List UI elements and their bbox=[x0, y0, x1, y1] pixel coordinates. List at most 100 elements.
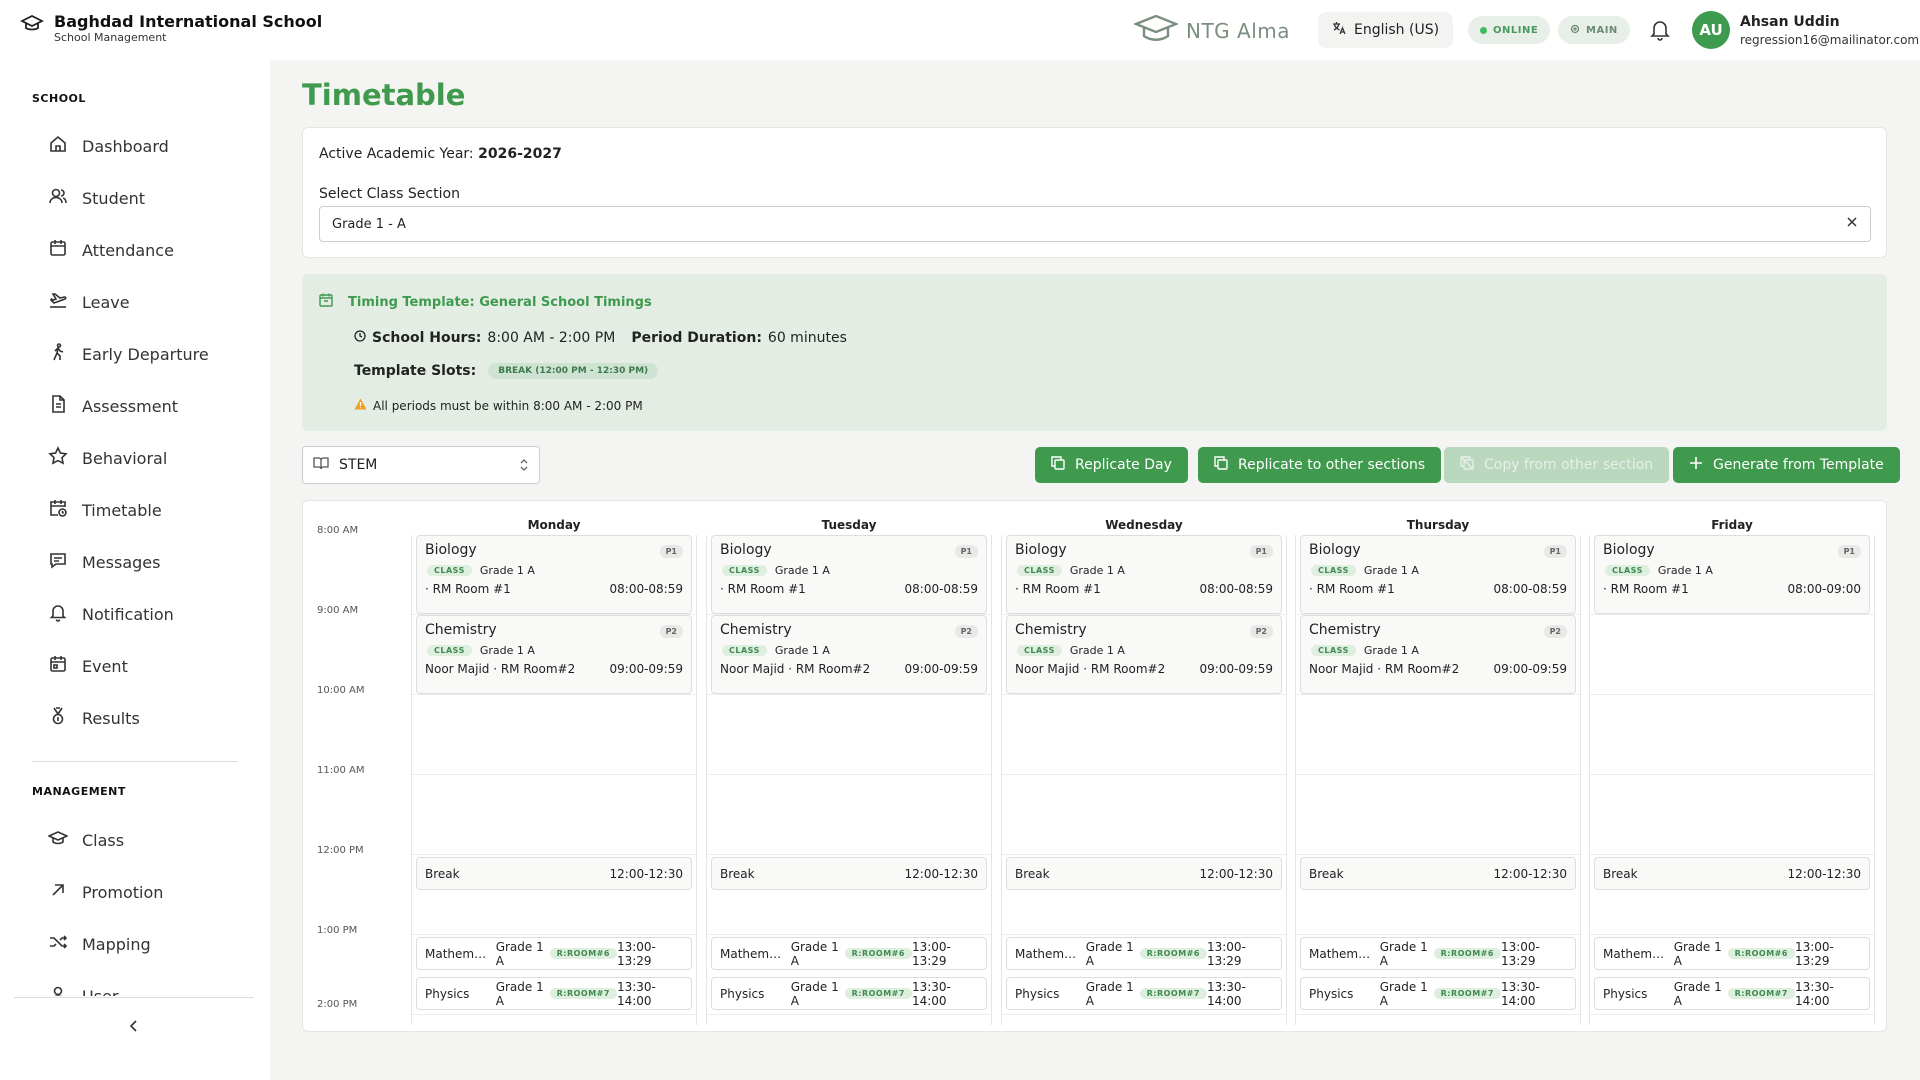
period-class: Grade 1 A bbox=[1363, 644, 1419, 657]
hour-gridline bbox=[1002, 934, 1286, 935]
collapse-sidebar-icon[interactable] bbox=[126, 1018, 142, 1038]
period-slot[interactable]: Physics Grade 1 A R:ROOM#7 13:30-14:00 bbox=[1006, 977, 1282, 1010]
sidebar-item-early-departure[interactable]: Early Departure bbox=[48, 336, 209, 372]
brand[interactable]: Baghdad International School School Mana… bbox=[19, 12, 323, 44]
copy-from-section-button[interactable]: Copy from other section bbox=[1444, 447, 1670, 483]
sidebar-item-leave[interactable]: Leave bbox=[48, 284, 130, 320]
period-slot[interactable]: Physics Grade 1 A R:ROOM#7 13:30-14:00 bbox=[711, 977, 987, 1010]
class-section-label: Select Class Section bbox=[319, 186, 460, 202]
replicate-sections-button[interactable]: Replicate to other sections bbox=[1198, 447, 1442, 483]
copy-from-section-label: Copy from other section bbox=[1484, 457, 1654, 473]
sidebar-item-user[interactable]: User bbox=[48, 978, 118, 996]
sidebar-item-label: User bbox=[82, 986, 119, 997]
hour-gridline bbox=[1590, 774, 1874, 775]
period-room: · RM Room #1 bbox=[1309, 582, 1395, 596]
period-class: Grade 1 A bbox=[1069, 564, 1125, 577]
period-class: Grade 1 A bbox=[479, 644, 535, 657]
generate-from-template-button[interactable]: Generate from Template bbox=[1673, 447, 1900, 483]
sidebar-item-promotion[interactable]: Promotion bbox=[48, 874, 163, 910]
time-label: 9:00 AM bbox=[317, 605, 359, 616]
school-section-title: SCHOOL bbox=[32, 92, 86, 105]
slot-class: Grade 1 A bbox=[495, 979, 544, 1008]
period-time: 08:00-08:59 bbox=[1199, 582, 1274, 596]
period-card[interactable]: Biology P1 CLASS Grade 1 A · RM Room #1 08:00… bbox=[1006, 535, 1282, 614]
period-class-row: CLASS Grade 1 A bbox=[1017, 564, 1125, 577]
sidebar-item-messages[interactable]: Messages bbox=[48, 544, 160, 580]
break-label: Break bbox=[720, 866, 755, 881]
language-selector[interactable]: English (US) bbox=[1318, 12, 1454, 48]
period-slot[interactable]: Mathema... Grade 1 A R:ROOM#6 13:00-13:29 bbox=[1594, 937, 1870, 970]
sidebar-item-label: Dashboard bbox=[82, 136, 169, 156]
period-time: 09:00-09:59 bbox=[904, 662, 979, 676]
period-card[interactable]: Chemistry P2 CLASS Grade 1 A Noor Majid · RM… bbox=[1006, 615, 1282, 694]
slot-time: 13:00-13:29 bbox=[1206, 939, 1246, 968]
day-header: Monday bbox=[527, 518, 581, 532]
class-section-input[interactable]: Grade 1 - A bbox=[319, 206, 1871, 242]
period-detail-row: · RM Room #1 08:00-09:00 bbox=[1603, 582, 1861, 596]
period-slot[interactable]: Mathema... Grade 1 A R:ROOM#6 13:00-13:29 bbox=[1300, 937, 1576, 970]
period-room: · RM Room #1 bbox=[1015, 582, 1101, 596]
clear-icon[interactable] bbox=[1846, 216, 1858, 232]
period-card[interactable]: Biology P1 CLASS Grade 1 A · RM Room #1 08:00… bbox=[416, 535, 692, 614]
period-card[interactable]: Chemistry P2 CLASS Grade 1 A Noor Majid · RM… bbox=[416, 615, 692, 694]
school-name: Baghdad International School bbox=[54, 12, 323, 31]
user-email: regression16@mailinator.com bbox=[1740, 33, 1920, 47]
notification-bell-icon[interactable] bbox=[1650, 19, 1670, 45]
class-tag: CLASS bbox=[722, 565, 767, 576]
period-slot[interactable]: Mathema... Grade 1 A R:ROOM#6 13:00-13:29 bbox=[1006, 937, 1282, 970]
break-slot[interactable]: Break 12:00-12:30 bbox=[1594, 857, 1870, 890]
sidebar-item-class[interactable]: Class bbox=[47, 822, 124, 858]
sidebar-item-dashboard[interactable]: Dashboard bbox=[48, 128, 169, 164]
period-card[interactable]: Chemistry P2 CLASS Grade 1 A Noor Majid · RM… bbox=[711, 615, 987, 694]
period-class-row: CLASS Grade 1 A bbox=[427, 644, 535, 657]
user-info[interactable]: Ahsan Uddin regression16@mailinator.com bbox=[1740, 14, 1919, 47]
avatar[interactable]: AU bbox=[1692, 11, 1730, 49]
hour-gridline bbox=[412, 854, 696, 855]
sidebar-item-student[interactable]: Student bbox=[48, 180, 145, 216]
sidebar-item-results[interactable]: Results bbox=[48, 700, 140, 736]
break-slot[interactable]: Break 12:00-12:30 bbox=[416, 857, 692, 890]
sidebar-item-label: Behavioral bbox=[82, 448, 168, 468]
sidebar-item-notification[interactable]: Notification bbox=[48, 596, 174, 632]
replicate-day-button[interactable]: Replicate Day bbox=[1035, 447, 1188, 483]
time-label: 12:00 PM bbox=[317, 845, 364, 856]
slot-class: Grade 1 A bbox=[1379, 939, 1428, 968]
sidebar-item-assessment[interactable]: Assessment bbox=[48, 388, 178, 424]
sidebar-item-event[interactable]: Event bbox=[48, 648, 128, 684]
period-card[interactable]: Biology P1 CLASS Grade 1 A · RM Room #1 08:00… bbox=[1594, 535, 1870, 614]
period-card[interactable]: Chemistry P2 CLASS Grade 1 A Noor Majid · RM… bbox=[1300, 615, 1576, 694]
period-card[interactable]: Biology P1 CLASS Grade 1 A · RM Room #1 08:00… bbox=[711, 535, 987, 614]
period-subject: Chemistry bbox=[720, 622, 792, 638]
main-branch-badge[interactable]: MAIN bbox=[1558, 16, 1630, 44]
period-slot[interactable]: Physics Grade 1 A R:ROOM#7 13:30-14:00 bbox=[1594, 977, 1870, 1010]
school-subtitle: School Management bbox=[54, 31, 167, 44]
sidebar-item-label: Attendance bbox=[82, 240, 174, 260]
break-slot[interactable]: Break 12:00-12:30 bbox=[711, 857, 987, 890]
book-icon bbox=[313, 456, 329, 474]
hour-gridline bbox=[1296, 1014, 1580, 1015]
sidebar-item-mapping[interactable]: Mapping bbox=[48, 926, 151, 962]
sidebar-item-timetable[interactable]: Timetable bbox=[48, 492, 162, 528]
period-detail-row: Noor Majid · RM Room#2 09:00-09:59 bbox=[720, 662, 978, 676]
slot-class: Grade 1 A bbox=[495, 939, 544, 968]
period-slot[interactable]: Physics Grade 1 A R:ROOM#7 13:30-14:00 bbox=[1300, 977, 1576, 1010]
slot-subject: Physics bbox=[720, 986, 765, 1001]
template-slots-line: Template Slots: BREAK (12:00 PM - 12:30 … bbox=[354, 363, 659, 379]
period-slot[interactable]: Mathema... Grade 1 A R:ROOM#6 13:00-13:29 bbox=[416, 937, 692, 970]
arrow-up-right-icon bbox=[48, 880, 68, 904]
sidebar: SCHOOL Dashboard Student Attendance Leav… bbox=[0, 60, 270, 1080]
stream-select[interactable]: STEM bbox=[302, 446, 540, 484]
slot-subject: Physics bbox=[425, 986, 470, 1001]
period-slot[interactable]: Physics Grade 1 A R:ROOM#7 13:30-14:00 bbox=[416, 977, 692, 1010]
break-slot[interactable]: Break 12:00-12:30 bbox=[1006, 857, 1282, 890]
sidebar-item-attendance[interactable]: Attendance bbox=[48, 232, 174, 268]
calendar-clock-icon bbox=[48, 498, 68, 522]
sidebar-item-behavioral[interactable]: Behavioral bbox=[48, 440, 167, 476]
period-subject: Biology bbox=[425, 542, 477, 558]
period-slot[interactable]: Mathema... Grade 1 A R:ROOM#6 13:00-13:29 bbox=[711, 937, 987, 970]
break-slot[interactable]: Break 12:00-12:30 bbox=[1300, 857, 1576, 890]
period-card[interactable]: Biology P1 CLASS Grade 1 A · RM Room #1 08:00… bbox=[1300, 535, 1576, 614]
period-time: 08:00-08:59 bbox=[609, 582, 684, 596]
sidebar-item-label: Promotion bbox=[82, 882, 164, 902]
period-detail-row: · RM Room #1 08:00-08:59 bbox=[425, 582, 683, 596]
